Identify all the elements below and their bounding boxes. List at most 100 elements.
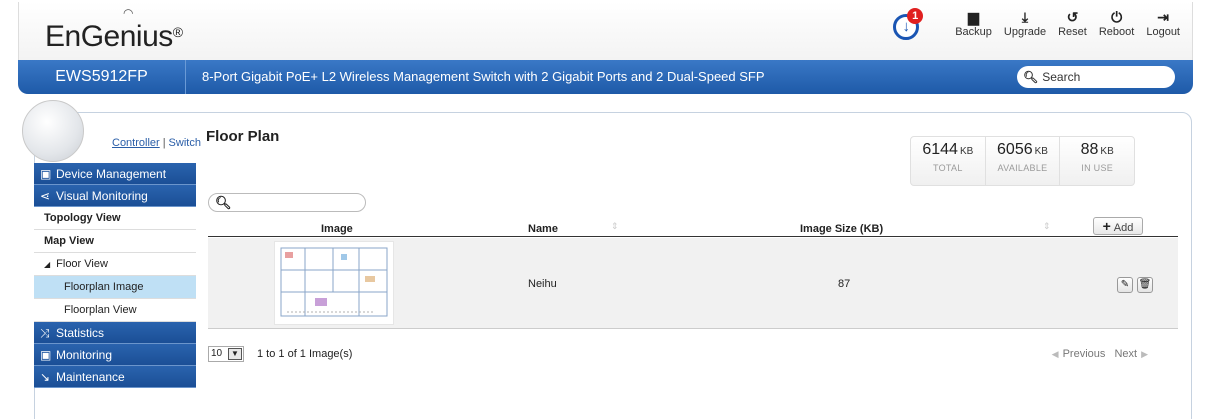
stat-total: 6144 KB TOTAL bbox=[911, 137, 986, 185]
switch-link[interactable]: Switch bbox=[169, 137, 201, 149]
sidebar-item-label: Visual Monitoring bbox=[56, 189, 148, 203]
sidebar-item-label: Floor View bbox=[56, 258, 108, 270]
sidebar-item-label: Maintenance bbox=[56, 370, 125, 384]
wrench-icon: ↘ bbox=[40, 370, 51, 384]
pencil-icon: ✎ bbox=[1120, 279, 1130, 290]
column-header-image-size[interactable]: Image Size (KB) bbox=[800, 223, 883, 235]
plus-icon: + bbox=[1102, 218, 1111, 234]
wifi-icon: ◠ bbox=[123, 6, 133, 20]
chevron-down-icon: ▼ bbox=[228, 348, 242, 360]
logout-icon: ⇥ bbox=[1157, 9, 1170, 25]
controller-link[interactable]: Controller bbox=[112, 137, 160, 149]
sidebar-item-statistics[interactable]: ⤨ Statistics bbox=[34, 322, 196, 344]
search-icon: 🔍︎ bbox=[215, 195, 232, 210]
search-placeholder: Search bbox=[1042, 70, 1081, 84]
share-icon: ⋖ bbox=[40, 189, 51, 203]
table-header: Image Name ⇕ Image Size (KB) ⇕ bbox=[208, 217, 1178, 237]
reset-button[interactable]: ↺ Reset bbox=[1058, 8, 1087, 38]
stat-available: 6056 KB AVAILABLE bbox=[986, 137, 1061, 185]
controller-switch-toggle: Controller | Switch bbox=[112, 137, 201, 149]
device-icon: ▣ bbox=[40, 167, 52, 181]
statistics-icon: ⤨ bbox=[40, 326, 50, 340]
next-button[interactable]: Next bbox=[1114, 348, 1137, 360]
sidebar-item-floorplan-image[interactable]: Floorplan Image bbox=[34, 276, 196, 299]
collapse-triangle-icon: ◢ bbox=[44, 260, 51, 269]
backup-label: Backup bbox=[955, 26, 992, 38]
backup-button[interactable]: ▆ Backup bbox=[955, 8, 992, 38]
edit-button[interactable]: ✎ bbox=[1117, 277, 1133, 293]
logo-text: EnGenius bbox=[45, 20, 173, 53]
sidebar-item-monitoring[interactable]: ▣ Monitoring bbox=[34, 344, 196, 366]
stat-label: TOTAL bbox=[932, 163, 963, 173]
per-page-select[interactable]: 10 ▼ bbox=[208, 346, 244, 362]
floorplan-thumbnail-drawing bbox=[280, 247, 388, 317]
upgrade-label: Upgrade bbox=[1003, 26, 1047, 38]
top-header: EnGenius® ◠ ↓ 1 ▆ Backup ⤓ Upgrade ↺ Res… bbox=[18, 2, 1193, 64]
reboot-button[interactable]: ⏻ Reboot bbox=[1099, 8, 1134, 38]
save-icon: ▆ bbox=[968, 9, 979, 25]
page-title: Floor Plan bbox=[206, 128, 280, 145]
engenius-logo: EnGenius® ◠ bbox=[45, 6, 183, 54]
separator: | bbox=[162, 137, 166, 149]
stat-unit: KB bbox=[959, 146, 974, 157]
floorplan-name: Neihu bbox=[528, 278, 557, 290]
sidebar-item-label: Device Management bbox=[56, 167, 167, 181]
add-button[interactable]: + Add bbox=[1093, 217, 1143, 235]
monitor-icon: ▣ bbox=[40, 348, 52, 362]
reboot-label: Reboot bbox=[1098, 26, 1135, 38]
sidebar-item-visual-monitoring[interactable]: ⋖ Visual Monitoring bbox=[34, 185, 196, 207]
stat-value: 6144 bbox=[922, 141, 958, 158]
storage-stats: 6144 KB TOTAL 6056 KB AVAILABLE 88 KB IN US… bbox=[910, 136, 1135, 186]
sidebar-item-device-management[interactable]: ▣ Device Management bbox=[34, 163, 196, 185]
previous-arrow-icon[interactable]: ◀ bbox=[1052, 349, 1059, 359]
sidebar-item-map-view[interactable]: Map View bbox=[34, 230, 196, 253]
sort-icon[interactable]: ⇕ bbox=[611, 221, 619, 232]
sidebar-item-floor-view[interactable]: ◢ Floor View bbox=[34, 253, 196, 276]
logout-button[interactable]: ⇥ Logout bbox=[1146, 8, 1180, 38]
search-input[interactable]: 🔍︎ Search bbox=[1017, 66, 1175, 88]
stat-unit: KB bbox=[1034, 146, 1048, 157]
reset-label: Reset bbox=[1058, 26, 1087, 38]
sidebar-item-label: Topology View bbox=[44, 212, 121, 224]
logout-label: Logout bbox=[1146, 26, 1180, 38]
search-icon: 🔍︎ bbox=[1023, 70, 1039, 84]
sidebar-item-label: Map View bbox=[44, 235, 94, 247]
stat-value: 88 bbox=[1080, 141, 1099, 158]
per-page-value: 10 bbox=[211, 348, 223, 359]
pagination: ◀ Previous Next ▶ bbox=[1046, 348, 1148, 360]
model-description: 8-Port Gigabit PoE+ L2 Wireless Manageme… bbox=[202, 69, 765, 84]
next-arrow-icon[interactable]: ▶ bbox=[1141, 349, 1148, 359]
sidebar-nav: ▣ Device Management ⋖ Visual Monitoring To… bbox=[34, 163, 196, 388]
floorplan-thumbnail[interactable] bbox=[274, 241, 394, 325]
add-label: Add bbox=[1113, 222, 1134, 234]
download-notification-button[interactable]: ↓ 1 bbox=[893, 8, 924, 40]
model-name: EWS5912FP bbox=[18, 60, 186, 94]
sidebar-item-label: Floorplan View bbox=[64, 304, 137, 316]
table-search-input[interactable]: 🔍︎ bbox=[208, 193, 366, 212]
previous-button[interactable]: Previous bbox=[1063, 348, 1106, 360]
upload-icon: ⤓ bbox=[1021, 9, 1029, 25]
column-header-name[interactable]: Name bbox=[528, 223, 558, 235]
sidebar-item-topology-view[interactable]: Topology View bbox=[34, 207, 196, 230]
stat-unit: KB bbox=[1100, 146, 1114, 157]
delete-button[interactable]: 🗑︎ bbox=[1137, 277, 1153, 293]
table-footer: 10 ▼ 1 to 1 of 1 Image(s) ◀ Previous Next… bbox=[208, 346, 1178, 364]
upgrade-button[interactable]: ⤓ Upgrade bbox=[1004, 8, 1046, 38]
sidebar-item-label: Statistics bbox=[56, 326, 105, 340]
sidebar-item-maintenance[interactable]: ↘ Maintenance bbox=[34, 366, 196, 388]
model-bar: EWS5912FP 8-Port Gigabit PoE+ L2 Wireles… bbox=[18, 60, 1193, 94]
sidebar-item-label: Floorplan Image bbox=[64, 281, 144, 293]
notification-badge: 1 bbox=[907, 8, 924, 24]
column-header-image[interactable]: Image bbox=[321, 223, 353, 235]
pagination-range: 1 to 1 of 1 Image(s) bbox=[257, 348, 353, 360]
floorplan-size: 87 bbox=[838, 278, 851, 290]
power-icon: ⏻ bbox=[1111, 9, 1123, 25]
table-row: Neihu 87 ✎ 🗑︎ bbox=[208, 238, 1178, 329]
stat-value: 6056 bbox=[997, 141, 1033, 158]
stat-label: AVAILABLE bbox=[997, 163, 1048, 173]
stat-in-use: 88 KB IN USE bbox=[1060, 137, 1134, 185]
sidebar-item-floorplan-view[interactable]: Floorplan View bbox=[34, 299, 196, 322]
sort-icon[interactable]: ⇕ bbox=[1043, 221, 1051, 232]
logo-registered-mark: ® bbox=[172, 24, 183, 40]
trash-icon: 🗑︎ bbox=[1138, 279, 1152, 290]
